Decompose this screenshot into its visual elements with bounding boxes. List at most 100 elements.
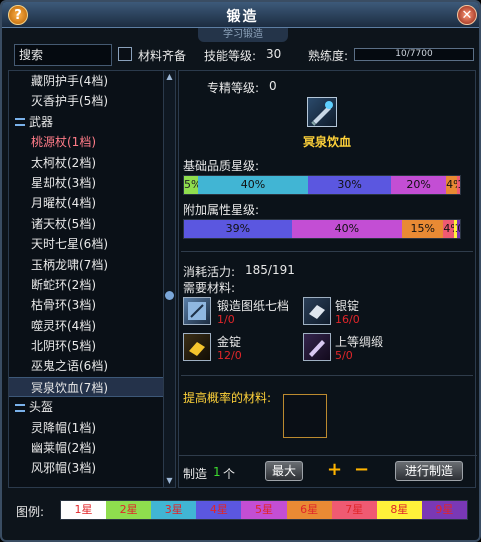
search-input[interactable]: 搜索 [14,44,112,66]
recipe-item[interactable]: 噬灵环(4档) [9,316,163,336]
material-count: 1/0 [217,313,235,326]
craft-label: 制造 [183,467,208,481]
craft-quantity[interactable]: 1 [213,465,221,479]
skill-level-label: 技能等级: [204,49,257,63]
recipe-label: 天时七星(6档) [31,237,108,252]
quality-segment: 5% [184,176,198,194]
materials-ready-checkbox[interactable] [118,47,132,61]
recipe-item[interactable]: 玉柄龙啸(7档) [9,255,163,275]
legend-level: 5星 [241,501,287,519]
specialty-level-value: 0 [269,79,277,93]
recipe-label: 灭香护手(5档) [31,94,108,109]
forge-window: ? 锻造 ✕ 学习锻造 搜索 材料齐备 技能等级: 30 熟练度: 10/770… [0,0,481,542]
recipe-label: 噬灵环(4档) [31,318,96,333]
materials-ready-label: 材料齐备 [138,49,187,63]
quality-segment: 4% [446,176,458,194]
recipe-label: 断蛇环(2档) [31,277,96,292]
recipe-label: 枯骨环(3档) [31,298,96,313]
recipe-list-panel: 藏阴护手(4档) 灭香护手(5档) 武器 桃源杖(1档) 太柯杖(2档) 星却杖(3档) 月… [8,70,176,488]
recipe-label: 冥泉饮血(7档) [31,380,108,395]
category-header[interactable]: 头盔 [9,397,163,417]
quality-segment: 1% [457,176,460,194]
item-name: 冥泉饮血 [302,135,351,149]
recipe-item[interactable]: 星却杖(3档) [9,173,163,193]
material-count: 5/0 [335,349,353,362]
material-name: 金锭 [217,335,242,349]
quality-segment: 30% [308,176,391,194]
recipe-item[interactable]: 幽莱帽(2档) [9,438,163,458]
recipe-item[interactable]: 灭香护手(5档) [9,91,163,111]
window-title: 锻造 [226,9,259,25]
material-count: 12/0 [217,349,242,362]
recipe-item[interactable]: 灵降帽(1档) [9,418,163,438]
recipe-item[interactable]: 北阴环(5档) [9,336,163,356]
forge-button[interactable]: 进行制造 [395,461,463,481]
recipe-item[interactable]: 月曜杖(4档) [9,193,163,213]
materials-label: 需要材料: [183,281,236,295]
recipe-item[interactable]: 枯骨环(3档) [9,295,163,315]
recipe-label: 幽莱帽(2档) [31,441,96,456]
recipe-item[interactable]: 风邪帽(3档) [9,458,163,478]
recipe-item[interactable]: 天时七星(6档) [9,234,163,254]
proficiency-bar: 10/7700 [354,48,474,61]
legend-level: 8星 [376,501,422,519]
recipe-item[interactable]: 藏阴护手(4档) [9,71,163,91]
scroll-down-icon[interactable]: ▼ [165,476,174,486]
specialty-level-label: 专精等级: [207,81,260,95]
recipe-label: 玉柄龙啸(7档) [31,257,108,272]
recipe-label: 藏阴护手(4档) [31,74,108,88]
quality-segment: 15% [402,220,444,238]
material-name: 锻造图纸七档 [217,299,290,313]
scroll-up-icon[interactable]: ▲ [165,72,174,82]
category-icon [15,403,25,412]
vitality-value: 185/191 [245,263,295,277]
plus-icon[interactable]: + [327,459,342,480]
craft-controls: 制造 1 个 最大 + − 进行制造 [179,455,477,485]
base-quality-label: 基础品质星级: [183,159,260,173]
recipe-label: 巫鬼之语(6档) [31,359,108,374]
recipe-item[interactable]: 断蛇环(2档) [9,275,163,295]
recipe-label: 诸天杖(5档) [31,216,96,231]
category-header[interactable]: 武器 [9,112,163,132]
quality-segment: 0% [457,220,460,238]
vitality-label: 消耗活力: [183,265,236,279]
close-icon[interactable]: ✕ [457,5,477,25]
recipe-item[interactable]: 诸天杖(5档) [9,214,163,234]
boost-material-slot[interactable] [283,394,327,438]
quality-segment: 40% [291,220,403,238]
recipe-item[interactable]: 冥泉饮血(7档) [9,376,163,398]
weapon-icon[interactable] [307,97,337,127]
base-quality-bar: 5%40%30%20%4%1% [183,175,461,195]
legend-bar: 1星 2星 3星 4星 5星 6星 7星 8星 9星 [60,500,468,520]
legend-label: 图例: [16,505,45,519]
material-name: 银锭 [335,299,360,313]
divider [181,375,473,376]
recipe-list: 藏阴护手(4档) 灭香护手(5档) 武器 桃源杖(1档) 太柯杖(2档) 星却杖(3档) 月… [9,71,163,487]
max-button[interactable]: 最大 [265,461,303,481]
quality-segment: 20% [390,176,447,194]
material-count: 16/0 [335,313,360,326]
tab-learn-forging[interactable]: 学习锻造 [198,28,288,42]
scrollbar[interactable]: ▲ ▼ [163,71,175,487]
boost-materials-label: 提高概率的材料: [183,391,272,405]
legend-level: 1星 [61,501,107,519]
recipe-item[interactable]: 巫鬼之语(6档) [9,356,163,376]
divider [181,251,473,252]
legend-level: 2星 [106,501,152,519]
scroll-thumb[interactable] [165,291,174,300]
recipe-item[interactable]: 桃源杖(1档) [9,132,163,152]
recipe-item[interactable]: 太柯杖(2档) [9,153,163,173]
silver-ingot-icon[interactable] [303,297,331,325]
gold-ingot-icon[interactable] [183,333,211,361]
silk-icon[interactable] [303,333,331,361]
minus-icon[interactable]: − [354,459,369,480]
legend-level: 3星 [151,501,197,519]
legend-level: 6星 [286,501,332,519]
skill-level-value: 30 [266,47,282,61]
blueprint-icon[interactable] [183,297,211,325]
extra-quality-bar: 39%40%15%4%1%0% [183,219,461,239]
legend-level: 9星 [421,501,467,519]
recipe-label: 头盔 [29,400,54,415]
quality-segment: 40% [197,176,309,194]
legend-level: 7星 [331,501,377,519]
